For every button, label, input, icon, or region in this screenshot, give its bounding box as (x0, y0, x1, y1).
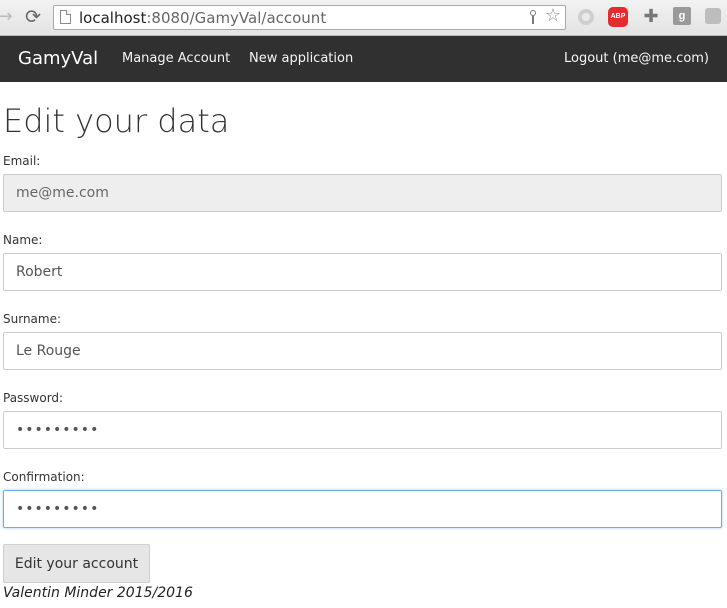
extension-icon[interactable] (704, 7, 726, 29)
confirmation-field[interactable] (3, 490, 722, 528)
email-label: Email: (3, 154, 41, 168)
new-application-link[interactable]: New application (249, 51, 353, 66)
password-label: Password: (3, 391, 64, 405)
email-field[interactable] (3, 174, 722, 212)
page-title: Edit your data (3, 102, 230, 140)
reload-icon[interactable]: ⟳ (22, 6, 44, 28)
url-host: localhost (79, 9, 147, 27)
top-navbar: GamyVal Manage Account New application L… (0, 36, 727, 82)
footer-credit: Valentin Minder 2015/2016 (3, 585, 193, 601)
manage-account-link[interactable]: Manage Account (122, 51, 230, 66)
surname-label: Surname: (3, 312, 62, 326)
url-text[interactable]: localhost:8080/GamyVal/account (79, 9, 326, 27)
extension-circle-icon[interactable] (576, 7, 598, 29)
google-extension-icon[interactable]: g (672, 7, 694, 29)
brand-link[interactable]: GamyVal (18, 48, 98, 69)
browser-toolbar: → ⟳ localhost:8080/GamyVal/account ☆ ABP… (0, 0, 727, 36)
key-icon[interactable] (529, 10, 537, 24)
confirmation-label: Confirmation: (3, 470, 85, 484)
url-path: :8080/GamyVal/account (146, 9, 327, 27)
page-icon (60, 10, 71, 24)
password-field[interactable] (3, 411, 722, 449)
name-label: Name: (3, 233, 43, 247)
adblock-plus-icon[interactable]: ABP (608, 7, 630, 29)
puzzle-extension-icon[interactable]: ✚ (640, 7, 662, 29)
surname-field[interactable] (3, 332, 722, 370)
back-arrow-icon[interactable]: → (0, 6, 16, 28)
name-field[interactable] (3, 253, 722, 291)
edit-account-button[interactable]: Edit your account (3, 544, 150, 583)
logout-link[interactable]: Logout (me@me.com) (564, 51, 709, 66)
address-bar[interactable]: localhost:8080/GamyVal/account ☆ (53, 5, 566, 30)
bookmark-star-icon[interactable]: ☆ (545, 6, 561, 26)
